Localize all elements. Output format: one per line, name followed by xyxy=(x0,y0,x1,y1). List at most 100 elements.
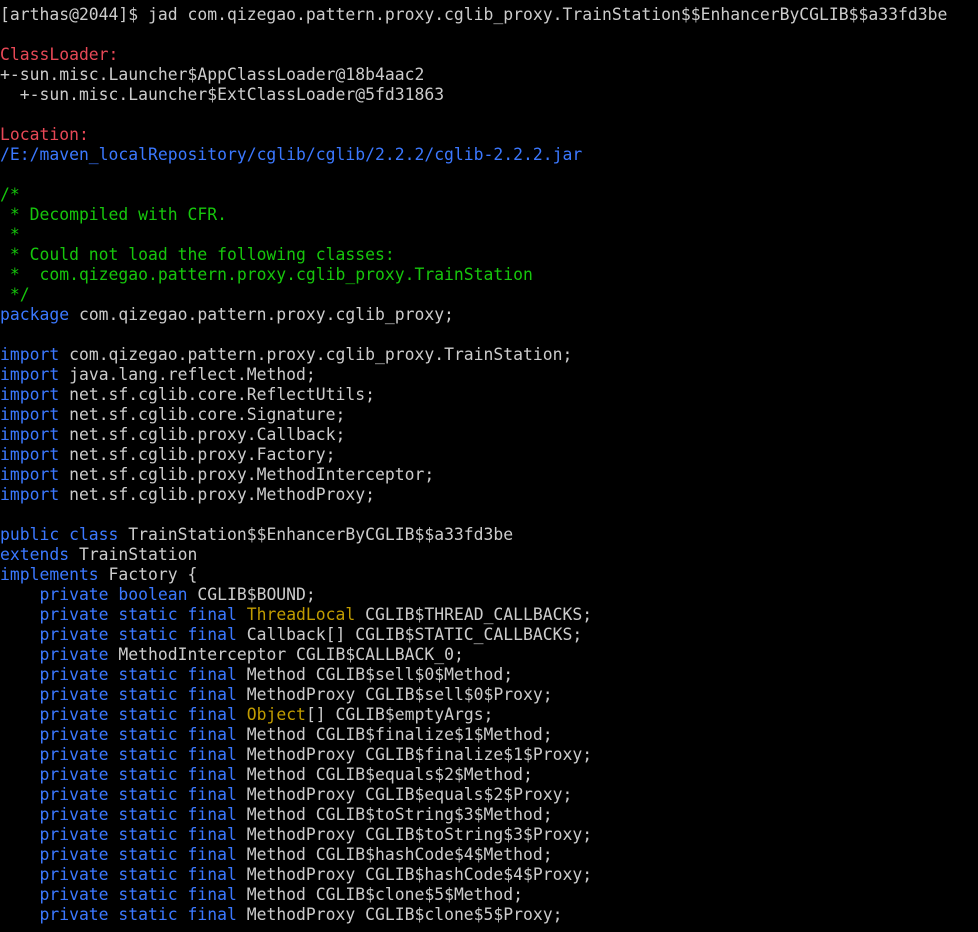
terminal-text: import xyxy=(0,425,60,444)
terminal-text: java.lang.reflect.Method; xyxy=(59,365,316,384)
terminal-line: private static final Callback[] CGLIB$ST… xyxy=(0,625,978,645)
terminal-text: net.sf.cglib.proxy.Callback; xyxy=(59,425,346,444)
terminal-text: TrainStation$$EnhancerByCGLIB$$a33fd3be xyxy=(118,525,514,544)
terminal-line: import net.sf.cglib.proxy.Callback; xyxy=(0,425,978,445)
terminal-text: net.sf.cglib.proxy.MethodProxy; xyxy=(59,485,375,504)
terminal-text: import xyxy=(0,445,60,464)
terminal-line: private static final Method CGLIB$hashCo… xyxy=(0,845,978,865)
terminal-text: TrainStation xyxy=(69,545,198,564)
terminal-text: +-sun.misc.Launcher$ExtClassLoader@5fd31… xyxy=(0,85,445,104)
terminal-text: [arthas@2044]$ jad com.qizegao.pattern.p… xyxy=(0,5,948,24)
terminal-line: ClassLoader: xyxy=(0,45,978,65)
terminal-line: * xyxy=(0,225,978,245)
terminal-line: private static final MethodProxy CGLIB$s… xyxy=(0,685,978,705)
terminal-text: MethodProxy CGLIB$equals$2$Proxy; xyxy=(236,785,573,804)
terminal-line: import net.sf.cglib.proxy.MethodProxy; xyxy=(0,485,978,505)
terminal-line: private static final Object[] CGLIB$empt… xyxy=(0,705,978,725)
terminal-line: implements Factory { xyxy=(0,565,978,585)
terminal-text: MethodInterceptor CGLIB$CALLBACK_0; xyxy=(108,645,464,664)
terminal-line: private static final ThreadLocal CGLIB$T… xyxy=(0,605,978,625)
terminal-text: package xyxy=(0,305,70,324)
terminal-text: */ xyxy=(0,285,30,304)
terminal-line: private static final Method CGLIB$toStri… xyxy=(0,805,978,825)
terminal-text: private static final xyxy=(0,665,237,684)
terminal-text: net.sf.cglib.proxy.MethodInterceptor; xyxy=(59,465,435,484)
terminal-text: * xyxy=(0,225,20,244)
terminal-text: [] CGLIB$emptyArgs; xyxy=(305,705,494,724)
terminal-text: private static final xyxy=(0,805,237,824)
terminal-line: +-sun.misc.Launcher$AppClassLoader@18b4a… xyxy=(0,65,978,85)
terminal-line: private static final Method CGLIB$clone$… xyxy=(0,885,978,905)
terminal-text: Object xyxy=(246,705,306,724)
terminal-text: private static final xyxy=(0,905,237,924)
terminal-text: private static final xyxy=(0,785,237,804)
terminal-line: private boolean CGLIB$BOUND; xyxy=(0,585,978,605)
terminal-line: private MethodInterceptor CGLIB$CALLBACK… xyxy=(0,645,978,665)
terminal-line: * Could not load the following classes: xyxy=(0,245,978,265)
terminal-text: MethodProxy CGLIB$hashCode$4$Proxy; xyxy=(236,865,593,884)
terminal-text: Method CGLIB$equals$2$Method; xyxy=(236,765,533,784)
terminal-text: * Decompiled with CFR. xyxy=(0,205,227,224)
terminal-text: /E:/maven_localRepository/cglib/cglib/2.… xyxy=(0,145,583,164)
terminal-line: import net.sf.cglib.proxy.Factory; xyxy=(0,445,978,465)
terminal-text: * com.qizegao.pattern.proxy.cglib_proxy.… xyxy=(0,265,533,284)
terminal-text: net.sf.cglib.core.Signature; xyxy=(59,405,346,424)
terminal-line: * Decompiled with CFR. xyxy=(0,205,978,225)
terminal-text: Method CGLIB$clone$5$Method; xyxy=(236,885,524,904)
terminal-output[interactable]: [arthas@2044]$ jad com.qizegao.pattern.p… xyxy=(0,5,978,925)
terminal-text: com.qizegao.pattern.proxy.cglib_proxy; xyxy=(69,305,454,324)
terminal-line: private static final MethodProxy CGLIB$f… xyxy=(0,745,978,765)
terminal-line: private static final Method CGLIB$sell$0… xyxy=(0,665,978,685)
terminal-text: MethodProxy CGLIB$finalize$1$Proxy; xyxy=(236,745,593,764)
terminal-text: Method CGLIB$hashCode$4$Method; xyxy=(236,845,553,864)
terminal-line: import net.sf.cglib.core.Signature; xyxy=(0,405,978,425)
terminal-text: import xyxy=(0,485,60,504)
terminal-line: */ xyxy=(0,285,978,305)
terminal-line: * com.qizegao.pattern.proxy.cglib_proxy.… xyxy=(0,265,978,285)
terminal-line: import net.sf.cglib.proxy.MethodIntercep… xyxy=(0,465,978,485)
terminal-line: private static final Method CGLIB$equals… xyxy=(0,765,978,785)
terminal-text: +-sun.misc.Launcher$AppClassLoader@18b4a… xyxy=(0,65,425,84)
terminal-line: private static final MethodProxy CGLIB$t… xyxy=(0,825,978,845)
terminal-line: private static final MethodProxy CGLIB$c… xyxy=(0,905,978,925)
terminal-text: private static final xyxy=(0,725,237,744)
terminal-line: extends TrainStation xyxy=(0,545,978,565)
terminal-text: Factory { xyxy=(98,565,198,584)
terminal-text: ThreadLocal xyxy=(246,605,356,624)
terminal-text: Method CGLIB$toString$3$Method; xyxy=(236,805,553,824)
terminal-text: private static final xyxy=(0,845,237,864)
terminal-line: import net.sf.cglib.core.ReflectUtils; xyxy=(0,385,978,405)
terminal-line: [arthas@2044]$ jad com.qizegao.pattern.p… xyxy=(0,5,978,25)
terminal-line: private static final MethodProxy CGLIB$e… xyxy=(0,785,978,805)
terminal-text: import xyxy=(0,385,60,404)
terminal-line: private static final Method CGLIB$finali… xyxy=(0,725,978,745)
terminal-text: import xyxy=(0,365,60,384)
terminal-text: implements xyxy=(0,565,99,584)
terminal-text: Callback[] CGLIB$STATIC_CALLBACKS; xyxy=(236,625,583,644)
terminal-text: MethodProxy CGLIB$toString$3$Proxy; xyxy=(236,825,593,844)
terminal-line: import java.lang.reflect.Method; xyxy=(0,365,978,385)
terminal-text: import xyxy=(0,405,60,424)
terminal-text: net.sf.cglib.core.ReflectUtils; xyxy=(59,385,375,404)
terminal-text: Method CGLIB$finalize$1$Method; xyxy=(236,725,553,744)
terminal-text: private static final xyxy=(0,685,237,704)
terminal-text: private static final xyxy=(0,705,237,724)
terminal-line: package com.qizegao.pattern.proxy.cglib_… xyxy=(0,305,978,325)
terminal-text: private static final xyxy=(0,765,237,784)
terminal-text: private static final xyxy=(0,625,237,644)
terminal-text: private static final xyxy=(0,865,237,884)
terminal-text: CGLIB$THREAD_CALLBACKS; xyxy=(355,605,593,624)
terminal-text: * Could not load the following classes: xyxy=(0,245,395,264)
terminal-line: /E:/maven_localRepository/cglib/cglib/2.… xyxy=(0,145,978,165)
terminal-line: import com.qizegao.pattern.proxy.cglib_p… xyxy=(0,345,978,365)
terminal-text: MethodProxy CGLIB$clone$5$Proxy; xyxy=(236,905,563,924)
terminal-line: Location: xyxy=(0,125,978,145)
terminal-line: private static final MethodProxy CGLIB$h… xyxy=(0,865,978,885)
terminal-text: CGLIB$BOUND; xyxy=(187,585,316,604)
